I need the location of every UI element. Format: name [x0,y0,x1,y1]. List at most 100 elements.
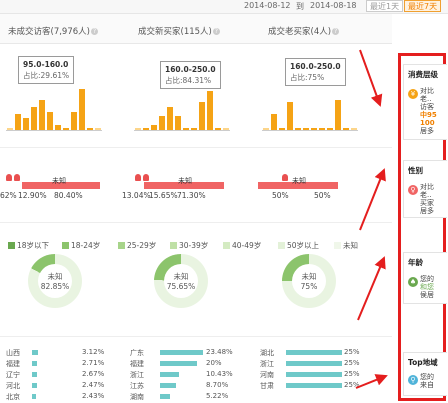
age-insight-card[interactable]: 年龄 ♠ 您的 和您 侯居 [403,252,447,304]
price-bar[interactable] [15,114,21,130]
last-7-days-button[interactable]: 最近7天 [404,0,442,12]
price-bar[interactable] [183,128,189,130]
age-legend-item: 30-39岁 [170,240,208,251]
gender-bar[interactable]: 未知 [144,177,224,189]
gender-insight-card[interactable]: 性别 ♀ 对比 老.. 买家 居多 [403,160,447,218]
region-insight-card[interactable]: Top地域 ⚲ 您的 来自 [403,352,447,396]
price-bar[interactable] [279,128,285,130]
price-bar[interactable] [191,128,197,130]
price-bar[interactable] [55,125,61,130]
female-icon [6,174,12,181]
price-bar[interactable] [47,112,53,130]
age-legend-item: 18岁以下 [8,240,49,251]
price-bar[interactable] [7,128,13,130]
region-bar[interactable] [160,383,176,388]
gender-bar[interactable]: 未知 [258,177,338,189]
region-pct: 20% [206,359,222,367]
donut-center-label: 未知 [173,272,189,281]
region-name: 浙江 [260,360,274,368]
region-bar[interactable] [286,372,342,377]
region-bar[interactable] [32,350,38,355]
card-title: 消费层级 [408,70,438,79]
region-bar[interactable] [160,372,179,377]
legend-swatch [278,242,285,249]
age-donut[interactable]: 未知 75% [282,254,336,308]
region-bar[interactable] [160,394,170,399]
chart-tooltip: 160.0-250.0 占比:75% [285,58,346,86]
region-name: 甘肃 [260,382,274,390]
price-bar[interactable] [79,89,85,130]
price-bar[interactable] [295,128,301,130]
gender-unknown-pct: 50% [314,191,331,200]
card-line: 居多 [420,207,434,215]
price-bar[interactable] [263,128,269,130]
gender-male-pct: 13.04% [122,191,151,200]
region-bar[interactable] [32,394,36,399]
gender-female-pct: 12.90% [18,191,47,200]
price-bar[interactable] [271,114,277,130]
price-bar[interactable] [87,128,93,130]
price-bar[interactable] [31,107,37,130]
help-icon[interactable]: ? [90,28,98,35]
col-title-old-buyers: 成交老买家(4人)? [268,27,340,37]
chart-tooltip: 160.0-250.0 占比:84.31% [160,61,221,89]
price-bar[interactable] [287,102,293,130]
region-bar[interactable] [32,383,37,388]
gender-unknown-tag: 未知 [292,177,306,185]
date-start[interactable]: 2014-08-12 [244,1,291,10]
tooltip-share: 占比:75% [290,73,325,82]
date-end[interactable]: 2014-08-18 [310,1,357,10]
donut-center-pct: 75% [300,282,318,291]
region-bar[interactable] [32,372,37,377]
price-bar[interactable] [311,128,317,130]
spending-insight-card[interactable]: 消费层级 ¥ 对比 老.. 访客 中95 100 居多 [403,64,447,140]
last-1-day-button[interactable]: 最近1天 [366,0,404,12]
price-bar[interactable] [135,128,141,130]
region-pct: 5.22% [206,392,229,400]
help-icon[interactable]: ? [332,28,340,35]
price-bar[interactable] [207,91,213,130]
col-title-new-buyers: 成交新买家(115人)? [138,27,220,37]
region-name: 河北 [6,382,20,390]
age-donut[interactable]: 未知 75.65% [154,254,208,308]
price-bar[interactable] [39,100,45,130]
price-bar[interactable] [327,128,333,130]
region-pct: 2.71% [82,359,105,367]
price-bar[interactable] [95,128,101,130]
price-bar[interactable] [71,112,77,130]
price-bar[interactable] [151,125,157,130]
card-highlight: 中95 [420,111,437,119]
male-icon [143,174,149,181]
arrow-to-spending [359,49,383,107]
female-icon: ♀ [408,185,418,195]
region-bar[interactable] [32,361,37,366]
price-bar[interactable] [143,128,149,130]
legend-swatch [62,242,69,249]
card-line: 来自 [420,381,434,389]
price-bar[interactable] [303,128,309,130]
price-bar[interactable] [215,128,221,130]
legend-swatch [118,242,125,249]
region-bar[interactable] [160,350,203,355]
price-bar[interactable] [199,102,205,130]
price-bar[interactable] [23,118,29,130]
price-bar[interactable] [167,107,173,130]
tooltip-range: 95.0-160.0 [23,60,69,69]
price-bar[interactable] [319,128,325,130]
price-bar[interactable] [175,116,181,130]
region-bar[interactable] [286,350,342,355]
help-icon[interactable]: ? [212,28,220,35]
region-bar[interactable] [286,383,342,388]
region-name: 浙江 [130,371,144,379]
price-bar[interactable] [159,116,165,130]
price-bar[interactable] [223,128,229,130]
region-bar[interactable] [160,361,197,366]
row-divider [0,336,392,337]
region-pct: 8.70% [206,381,229,389]
region-bar[interactable] [286,361,342,366]
price-bar[interactable] [63,128,69,130]
card-line: 对比 [420,87,434,95]
age-donut[interactable]: 未知 82.85% [28,254,82,308]
gender-bar[interactable]: 未知 [22,177,100,189]
female-icon [135,174,141,181]
